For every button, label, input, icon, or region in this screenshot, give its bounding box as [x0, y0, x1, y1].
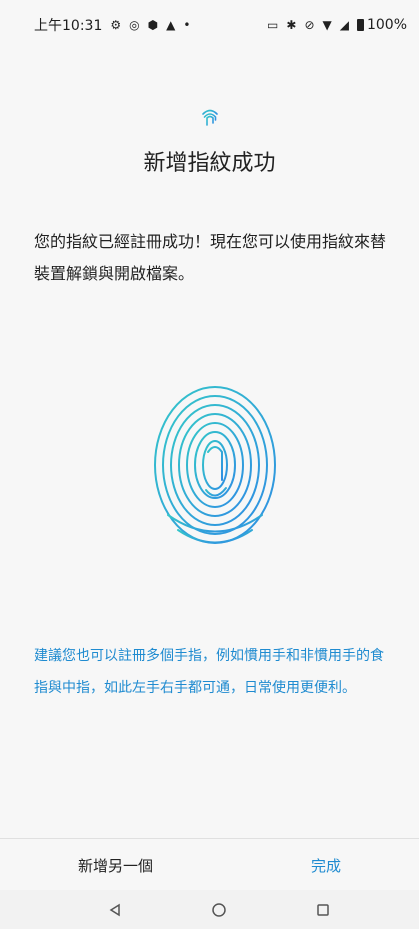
gear-icon: ⚙	[110, 18, 122, 32]
record-icon: ◎	[129, 18, 140, 32]
battery-percent: 100%	[366, 17, 407, 33]
back-glyph	[109, 903, 120, 917]
add-another-button[interactable]: 新增另一個	[78, 855, 153, 876]
mute-icon: ⊘	[304, 18, 315, 32]
success-description: 您的指紋已經註冊成功！現在您可以使用指紋來替裝置解鎖與開啟檔案。	[34, 232, 387, 283]
shield-icon: ⬢	[147, 18, 159, 32]
nfc-icon: ▭	[267, 18, 279, 32]
home-glyph	[212, 903, 226, 917]
fingerprint-illustration	[154, 386, 276, 544]
navigation-bar	[0, 890, 419, 929]
status-time: 上午10:31	[34, 18, 103, 34]
recents-glyph	[317, 904, 329, 916]
tip-text: 建議您也可以註冊多個手指，例如慣用手和非慣用手的食指與中指，如此左手右手都可通，…	[34, 648, 384, 696]
bottom-action-bar: 新增另一個 完成	[0, 838, 419, 891]
home-circle-icon[interactable]	[208, 899, 230, 921]
battery-icon	[356, 19, 364, 31]
back-triangle-icon[interactable]	[104, 899, 126, 921]
fingerprint-icon	[202, 109, 218, 127]
signal-icon: ◢	[339, 18, 349, 32]
done-button[interactable]: 完成	[311, 855, 341, 876]
page-title: 新增指紋成功	[143, 151, 276, 176]
status-right: ▭ ✱ ⊘ ▼ ◢ 100%	[267, 17, 407, 33]
warning-icon: ▲	[166, 18, 176, 32]
main-content: 新增指紋成功 您的指紋已經註冊成功！現在您可以使用指紋來替裝置解鎖與開啟檔案。 …	[0, 50, 419, 840]
bluetooth-icon: ✱	[286, 18, 297, 32]
status-bar: 上午10:31 ⚙ ◎ ⬢ ▲ • ▭ ✱ ⊘ ▼ ◢ 100%	[0, 0, 419, 50]
battery-indicator: 100%	[356, 17, 407, 33]
wifi-icon: ▼	[322, 18, 332, 32]
recents-square-icon[interactable]	[312, 899, 334, 921]
status-left: 上午10:31 ⚙ ◎ ⬢ ▲ •	[34, 15, 190, 35]
dot-icon: •	[183, 18, 191, 32]
